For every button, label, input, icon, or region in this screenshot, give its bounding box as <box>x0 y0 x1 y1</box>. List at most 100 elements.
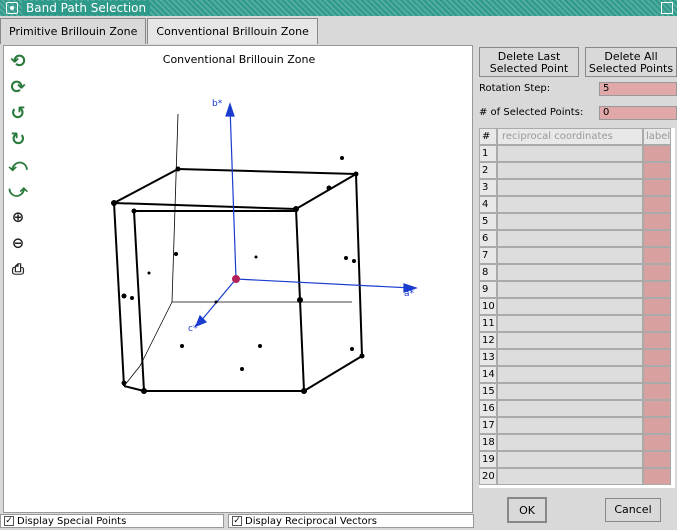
table-row[interactable]: 18 <box>479 434 675 451</box>
row-label-cell[interactable] <box>643 366 671 383</box>
table-row[interactable]: 14 <box>479 366 675 383</box>
row-label-cell[interactable] <box>643 332 671 349</box>
row-label-cell[interactable] <box>643 298 671 315</box>
row-coords-cell[interactable] <box>497 315 643 332</box>
row-coords-cell[interactable] <box>497 349 643 366</box>
display-reciprocal-vectors-checkbox[interactable]: ✓ Display Reciprocal Vectors <box>228 514 474 528</box>
row-label-cell[interactable] <box>643 349 671 366</box>
row-label-cell[interactable] <box>643 264 671 281</box>
special-point <box>350 347 354 351</box>
special-point <box>258 344 262 348</box>
row-label-cell[interactable] <box>643 451 671 468</box>
table-row[interactable]: 4 <box>479 196 675 213</box>
row-label-cell[interactable] <box>643 145 671 162</box>
rotation-step-input[interactable]: 5 <box>599 82 677 96</box>
row-coords-cell[interactable] <box>497 332 643 349</box>
row-coords-cell[interactable] <box>497 366 643 383</box>
row-coords-cell[interactable] <box>497 213 643 230</box>
rotate-down-icon[interactable]: ⟳ <box>6 74 30 100</box>
display-special-points-label: Display Special Points <box>17 515 127 527</box>
window-close-icon[interactable] <box>661 2 673 14</box>
table-row[interactable]: 3 <box>479 179 675 196</box>
display-special-points-checkbox[interactable]: ✓ Display Special Points <box>0 514 224 528</box>
row-coords-cell[interactable] <box>497 417 643 434</box>
row-coords-cell[interactable] <box>497 281 643 298</box>
row-coords-cell[interactable] <box>497 298 643 315</box>
rotate-cw-icon[interactable]: ⤻ <box>6 178 30 204</box>
table-row[interactable]: 7 <box>479 247 675 264</box>
row-label-cell[interactable] <box>643 213 671 230</box>
row-coords-cell[interactable] <box>497 400 643 417</box>
zoom-out-icon[interactable]: ⊖ <box>6 230 30 256</box>
ok-button[interactable]: OK <box>507 497 547 523</box>
row-coords-cell[interactable] <box>497 196 643 213</box>
check-icon[interactable]: ✓ <box>4 516 14 526</box>
table-row[interactable]: 2 <box>479 162 675 179</box>
rotate-up-icon[interactable]: ⟲ <box>6 48 30 74</box>
table-row[interactable]: 5 <box>479 213 675 230</box>
row-coords-cell[interactable] <box>497 230 643 247</box>
rotate-ccw-icon[interactable]: ⤺ <box>6 152 30 178</box>
row-label-cell[interactable] <box>643 247 671 264</box>
zoom-in-icon[interactable]: ⊕ <box>6 204 30 230</box>
header-label: label <box>643 128 671 145</box>
table-row[interactable]: 19 <box>479 451 675 468</box>
brillouin-zone-canvas[interactable]: Conventional Brillouin Zone b* a* c* <box>3 45 473 513</box>
cancel-button[interactable]: Cancel <box>605 498 661 522</box>
row-number: 14 <box>479 366 497 383</box>
row-label-cell[interactable] <box>643 434 671 451</box>
row-coords-cell[interactable] <box>497 264 643 281</box>
row-coords-cell[interactable] <box>497 179 643 196</box>
window-menu-icon[interactable] <box>6 2 18 14</box>
table-row[interactable]: 12 <box>479 332 675 349</box>
table-row[interactable]: 11 <box>479 315 675 332</box>
row-label-cell[interactable] <box>643 162 671 179</box>
row-label-cell[interactable] <box>643 383 671 400</box>
tab-conventional-brillouin-zone[interactable]: Conventional Brillouin Zone <box>147 18 318 44</box>
row-number: 10 <box>479 298 497 315</box>
window-titlebar[interactable]: Band Path Selection <box>0 0 677 16</box>
tab-bar: Primitive Brillouin Zone Conventional Br… <box>0 18 319 44</box>
check-icon[interactable]: ✓ <box>232 516 242 526</box>
table-row[interactable]: 17 <box>479 417 675 434</box>
rotate-left-icon[interactable]: ↺ <box>6 100 30 126</box>
table-header: # reciprocal coordinates label <box>479 128 675 145</box>
row-coords-cell[interactable] <box>497 468 643 485</box>
delete-last-button[interactable]: Delete Last Selected Point <box>479 47 579 77</box>
row-label-cell[interactable] <box>643 230 671 247</box>
rotate-right-icon[interactable]: ↻ <box>6 126 30 152</box>
row-coords-cell[interactable] <box>497 247 643 264</box>
table-row[interactable]: 10 <box>479 298 675 315</box>
table-row[interactable]: 8 <box>479 264 675 281</box>
special-point <box>111 200 117 206</box>
axis-c <box>199 278 237 323</box>
row-label-cell[interactable] <box>643 315 671 332</box>
table-body: 1 2 3 4 5 6 7 8 9 10 11 12 13 14 15 16 17 18 19 20 <box>479 145 675 485</box>
tab-primitive-brillouin-zone[interactable]: Primitive Brillouin Zone <box>0 18 147 44</box>
row-label-cell[interactable] <box>643 196 671 213</box>
delete-all-button[interactable]: Delete All Selected Points <box>585 47 677 77</box>
table-row[interactable]: 9 <box>479 281 675 298</box>
bz-edge <box>139 301 173 367</box>
row-label-cell[interactable] <box>643 400 671 417</box>
row-label-cell[interactable] <box>643 179 671 196</box>
row-number: 3 <box>479 179 497 196</box>
print-icon[interactable]: ⎙ <box>6 256 30 282</box>
row-coords-cell[interactable] <box>497 434 643 451</box>
row-coords-cell[interactable] <box>497 383 643 400</box>
table-row[interactable]: 16 <box>479 400 675 417</box>
row-coords-cell[interactable] <box>497 145 643 162</box>
table-row[interactable]: 20 <box>479 468 675 485</box>
table-row[interactable]: 15 <box>479 383 675 400</box>
brillouin-zone-drawing[interactable]: b* a* c* <box>4 46 474 514</box>
row-label-cell[interactable] <box>643 281 671 298</box>
table-row[interactable]: 1 <box>479 145 675 162</box>
table-row[interactable]: 6 <box>479 230 675 247</box>
row-coords-cell[interactable] <box>497 451 643 468</box>
row-coords-cell[interactable] <box>497 162 643 179</box>
special-point <box>141 388 147 394</box>
row-number: 7 <box>479 247 497 264</box>
table-row[interactable]: 13 <box>479 349 675 366</box>
row-label-cell[interactable] <box>643 468 671 485</box>
row-label-cell[interactable] <box>643 417 671 434</box>
